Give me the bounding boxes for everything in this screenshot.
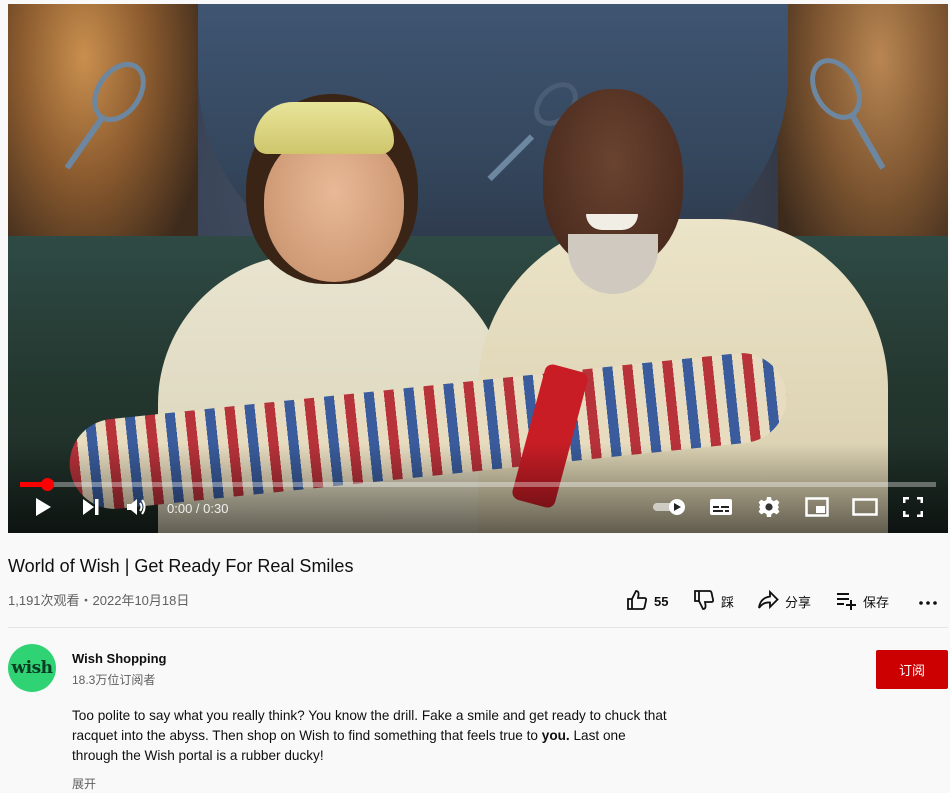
description-line: through the Wish portal is a rubber duck… xyxy=(72,748,324,763)
theater-mode-button[interactable] xyxy=(848,494,882,524)
dislike-label: 踩 xyxy=(721,594,735,610)
settings-button[interactable] xyxy=(752,494,786,524)
progress-bar[interactable] xyxy=(20,478,936,491)
next-button[interactable] xyxy=(76,494,106,524)
subtitles-button[interactable] xyxy=(704,494,738,524)
time-display: 0:00 / 0:30 xyxy=(167,501,229,516)
scene-smile xyxy=(586,214,638,230)
like-button[interactable]: 55 xyxy=(626,588,668,614)
description-text: racquet into the abyss. Then shop on Wis… xyxy=(72,728,542,743)
description-text: Last one xyxy=(569,728,626,743)
divider xyxy=(8,627,948,628)
scene-lamp-left xyxy=(8,4,198,274)
add-to-playlist-icon xyxy=(835,589,857,614)
fullscreen-icon xyxy=(902,496,924,523)
video-title: World of Wish | Get Ready For Real Smile… xyxy=(8,556,354,576)
subscribe-button[interactable]: 订阅 xyxy=(876,650,948,689)
expand-description-button[interactable]: 展开 xyxy=(72,775,96,792)
video-description: Too polite to say what you really think?… xyxy=(72,706,702,766)
fullscreen-button[interactable] xyxy=(896,494,930,524)
save-button[interactable]: 保存 xyxy=(835,588,889,614)
more-icon xyxy=(918,589,938,614)
gear-icon xyxy=(758,496,780,523)
miniplayer-icon xyxy=(805,496,829,522)
channel-name[interactable]: Wish Shopping xyxy=(72,651,166,666)
play-button[interactable] xyxy=(28,494,58,524)
autoplay-toggle[interactable] xyxy=(650,494,690,524)
next-icon xyxy=(81,498,101,521)
share-icon xyxy=(757,589,779,614)
avatar-logo-text: wish xyxy=(11,658,53,678)
miniplayer-button[interactable] xyxy=(800,494,834,524)
thumbs-up-icon xyxy=(626,589,648,614)
like-count: 55 xyxy=(654,593,669,609)
save-label: 保存 xyxy=(863,594,890,610)
subscriber-count: 18.3万位订阅者 xyxy=(72,673,156,687)
description-line: Too polite to say what you really think?… xyxy=(72,708,667,723)
thumbs-down-icon xyxy=(693,589,715,614)
more-actions-button[interactable] xyxy=(918,588,938,614)
scene-person-left-face xyxy=(264,132,404,282)
share-button[interactable]: 分享 xyxy=(757,588,811,614)
channel-avatar[interactable]: wish xyxy=(8,644,56,692)
share-label: 分享 xyxy=(785,594,812,610)
views-and-date: 1,191次观看・2022年10月18日 xyxy=(8,593,190,608)
dislike-button[interactable]: 踩 xyxy=(693,588,734,614)
play-icon xyxy=(34,497,52,522)
description-line: racquet into the abyss. Then shop on Wis… xyxy=(72,726,702,746)
video-player[interactable]: 0:00 / 0:30 xyxy=(8,4,948,533)
volume-icon xyxy=(126,497,148,522)
scene-visor xyxy=(254,102,394,154)
description-bold-text: you. xyxy=(541,728,570,743)
autoplay-toggle-icon xyxy=(652,498,688,521)
subtitles-icon xyxy=(709,498,733,521)
volume-button[interactable] xyxy=(122,494,152,524)
theater-mode-icon xyxy=(852,497,878,521)
